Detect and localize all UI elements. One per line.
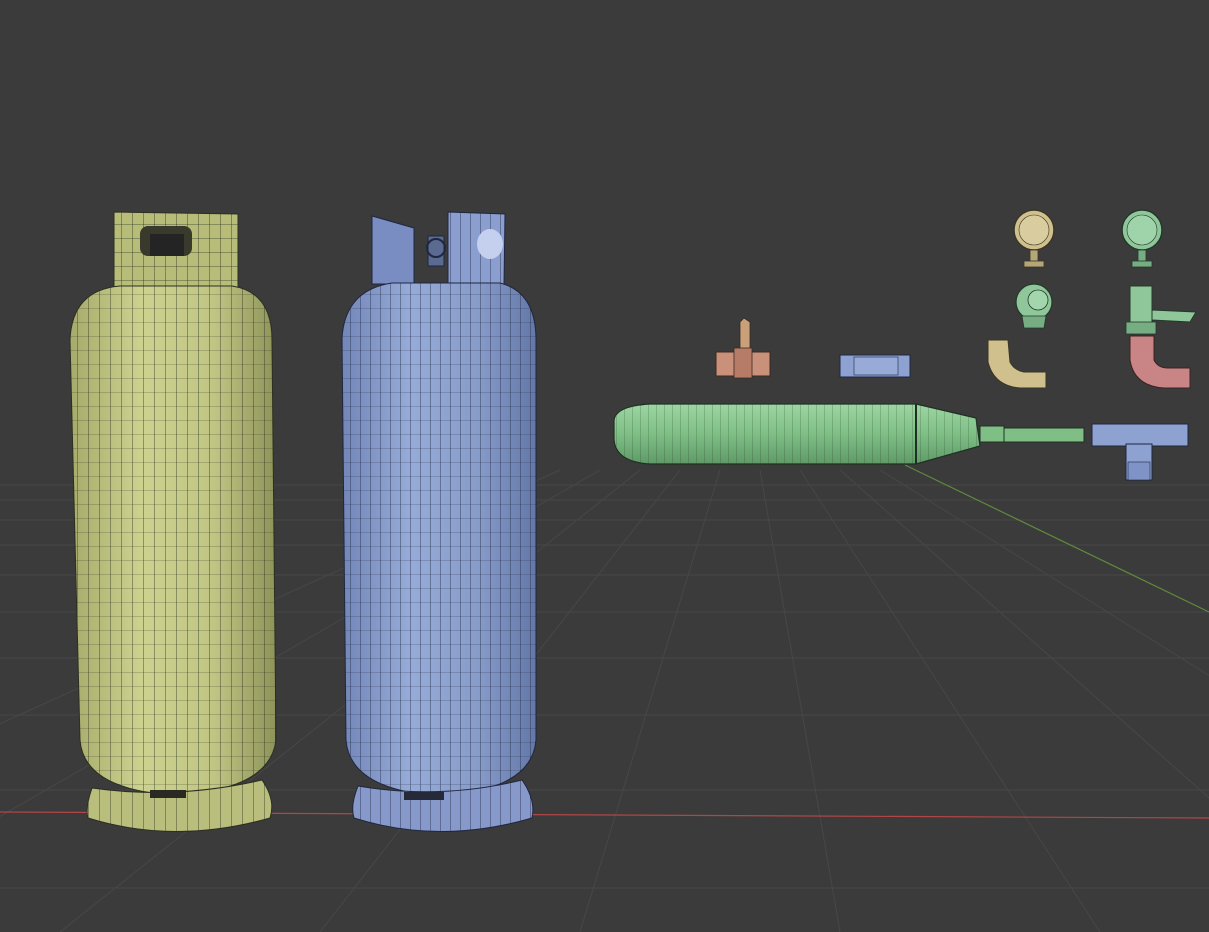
y-axis-line: [904, 464, 1209, 613]
gas-cylinder-yellow[interactable]: [69, 211, 277, 832]
cylinder-valve-icon: [426, 235, 446, 267]
ball-valve-copper[interactable]: [715, 317, 771, 379]
elbow-pipe-tan[interactable]: [987, 339, 1047, 389]
tee-fitting-blue[interactable]: [1091, 423, 1189, 481]
regulator-valve-handle[interactable]: [1125, 285, 1197, 335]
torch-burner-green[interactable]: [613, 403, 1085, 465]
pressure-gauge-green[interactable]: [1121, 209, 1163, 268]
pipe-coupling-blue[interactable]: [839, 354, 911, 378]
regulator-valve-dial[interactable]: [1015, 283, 1053, 329]
3d-viewport[interactable]: [0, 0, 1209, 932]
gas-cylinder-blue[interactable]: [341, 211, 537, 832]
elbow-pipe-red[interactable]: [1129, 335, 1191, 389]
pressure-gauge-tan[interactable]: [1013, 209, 1055, 268]
